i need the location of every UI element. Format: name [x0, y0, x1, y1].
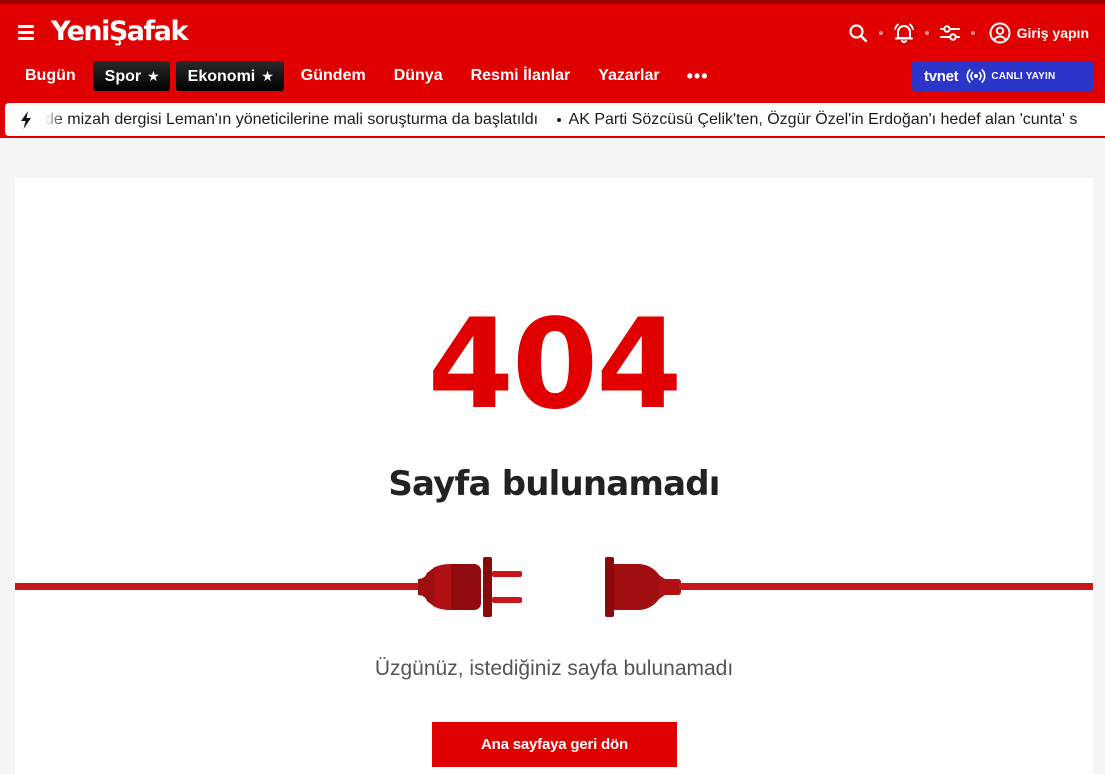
ticker-item[interactable]: AK Parti Sözcüsü Çelik'ten, Özgür Özel'i… — [556, 103, 1078, 136]
header-actions: Giriş yapın — [845, 18, 1089, 48]
news-ticker: de mizah dergisi Leman'ın yöneticilerine… — [5, 103, 1105, 136]
site-header: YeniŞafak Giriş yapın Bugün Spor ★ Ekonom… — [0, 0, 1105, 138]
more-icon[interactable]: ••• — [677, 61, 719, 91]
back-to-home-button[interactable]: Ana sayfaya geri dön — [432, 722, 677, 767]
ticker-track: de mizah dergisi Leman'ın yöneticilerine… — [45, 103, 1105, 136]
ticker-item[interactable]: de mizah dergisi Leman'ın yöneticilerine… — [45, 103, 538, 136]
ticker-item-text: AK Parti Sözcüsü Çelik'ten, Özgür Özel'i… — [568, 111, 1078, 128]
search-icon[interactable] — [845, 20, 871, 46]
nav-item-resmi-ilanlar[interactable]: Resmi İlanlar — [460, 61, 582, 91]
site-logo[interactable]: YeniŞafak — [51, 14, 188, 50]
nav-item-spor[interactable]: Spor ★ — [92, 61, 170, 91]
star-icon: ★ — [147, 68, 160, 84]
broadcast-icon — [966, 69, 986, 83]
error-code: 404 — [427, 293, 683, 437]
nav-item-label: Dünya — [393, 67, 443, 84]
error-message: Üzgünüz, istediğiniz sayfa bulunamadı — [374, 657, 734, 680]
live-label: CANLI YAYIN — [991, 70, 1056, 82]
lightning-icon — [21, 111, 31, 129]
live-brand: tvnet — [924, 67, 959, 85]
error-title: Sayfa bulunamadı — [388, 464, 720, 504]
nav-item-label: Yazarlar — [598, 67, 660, 84]
user-icon — [989, 22, 1011, 44]
main-nav: Bugün Spor ★ Ekonomi ★ Gündem Dünya Resmi … — [14, 61, 719, 91]
separator-dot — [970, 31, 975, 35]
unplugged-cable-illustration — [15, 557, 1093, 617]
bell-icon[interactable] — [891, 20, 917, 46]
login-label: Giriş yapın — [1016, 25, 1089, 41]
menu-icon[interactable] — [17, 22, 37, 42]
ticker-fade — [45, 103, 63, 136]
login-button[interactable]: Giriş yapın — [989, 22, 1089, 44]
separator-dot — [878, 31, 883, 35]
ticker-item-text: de mizah dergisi Leman'ın yöneticilerine… — [45, 111, 539, 128]
sliders-icon[interactable] — [937, 20, 963, 46]
nav-item-bugun[interactable]: Bugün — [14, 61, 87, 91]
nav-item-label: Bugün — [25, 67, 76, 84]
nav-item-label: Spor — [104, 68, 142, 85]
star-icon: ★ — [261, 68, 274, 84]
nav-item-dunya[interactable]: Dünya — [383, 61, 454, 91]
separator-dot — [924, 31, 929, 35]
error-card: 404 Sayfa bulunamadı Üzgünüz, istediğini… — [15, 178, 1093, 774]
nav-item-label: Resmi İlanlar — [470, 67, 571, 84]
header-top-border — [0, 0, 1105, 4]
live-broadcast-button[interactable]: tvnet CANLI YAYIN — [912, 61, 1093, 91]
nav-item-label: Gündem — [300, 67, 366, 84]
nav-item-gundem[interactable]: Gündem — [290, 61, 377, 91]
nav-item-ekonomi[interactable]: Ekonomi ★ — [175, 61, 284, 91]
nav-item-label: Ekonomi — [187, 68, 256, 85]
nav-item-yazarlar[interactable]: Yazarlar — [587, 61, 670, 91]
bullet-icon — [556, 117, 561, 122]
